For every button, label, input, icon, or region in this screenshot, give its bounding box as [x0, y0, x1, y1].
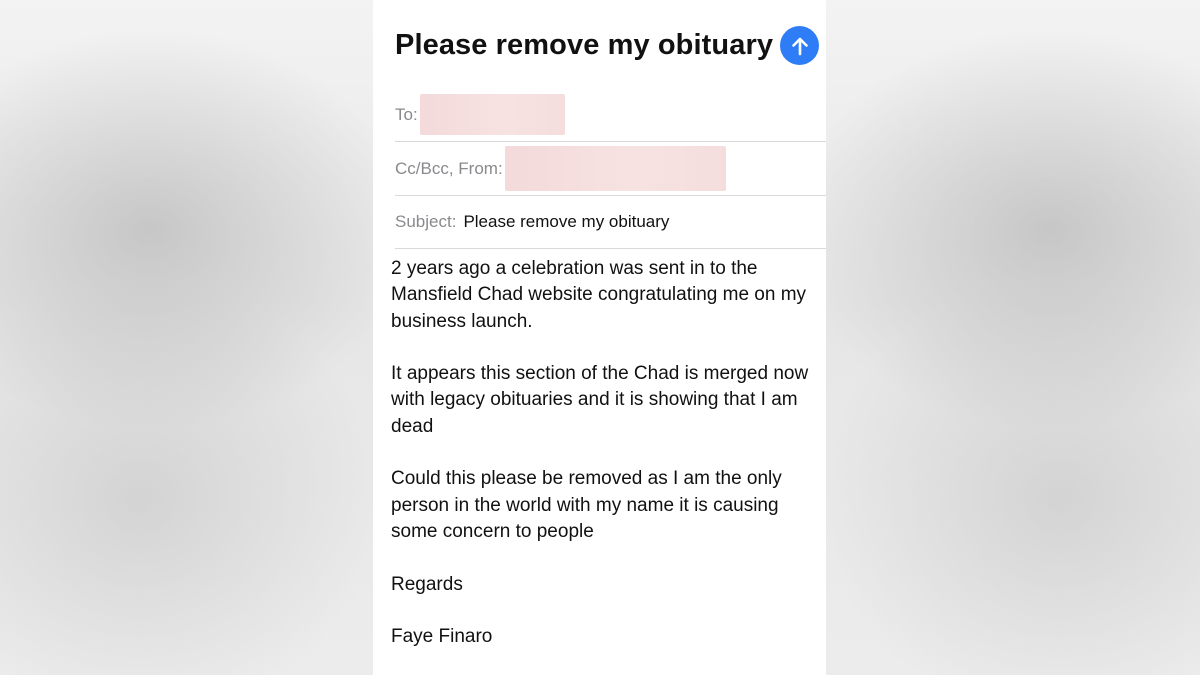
- redacted-sender: [504, 146, 726, 191]
- subject-label: Subject:: [395, 212, 457, 231]
- body-paragraph-1: 2 years ago a celebration was sent in to…: [391, 258, 807, 332]
- body-paragraph-3: Could this please be removed as I am the…: [391, 468, 782, 542]
- message-body[interactable]: 2 years ago a celebration was sent in to…: [391, 256, 816, 675]
- closing-regards: Regards: [391, 573, 463, 595]
- cc-bcc-from-field[interactable]: Cc/Bcc, From:: [395, 142, 826, 196]
- redacted-recipient: [419, 94, 565, 135]
- email-compose-panel: Please remove my obituary To: Cc/Bcc, Fr…: [373, 0, 826, 675]
- to-label: To:: [395, 104, 418, 124]
- compose-header: Please remove my obituary: [395, 26, 820, 65]
- signature-name: Faye Finaro: [391, 626, 493, 648]
- subject-value: Please remove my obituary: [463, 212, 670, 231]
- send-button[interactable]: [780, 26, 820, 65]
- compose-title: Please remove my obituary: [395, 29, 774, 61]
- cc-from-label: Cc/Bcc, From:: [395, 158, 503, 178]
- subject-field[interactable]: Subject: Please remove my obituary: [395, 196, 826, 249]
- arrow-up-icon: [791, 37, 808, 55]
- body-paragraph-2: It appears this section of the Chad is m…: [391, 363, 809, 437]
- to-field[interactable]: To:: [395, 88, 826, 142]
